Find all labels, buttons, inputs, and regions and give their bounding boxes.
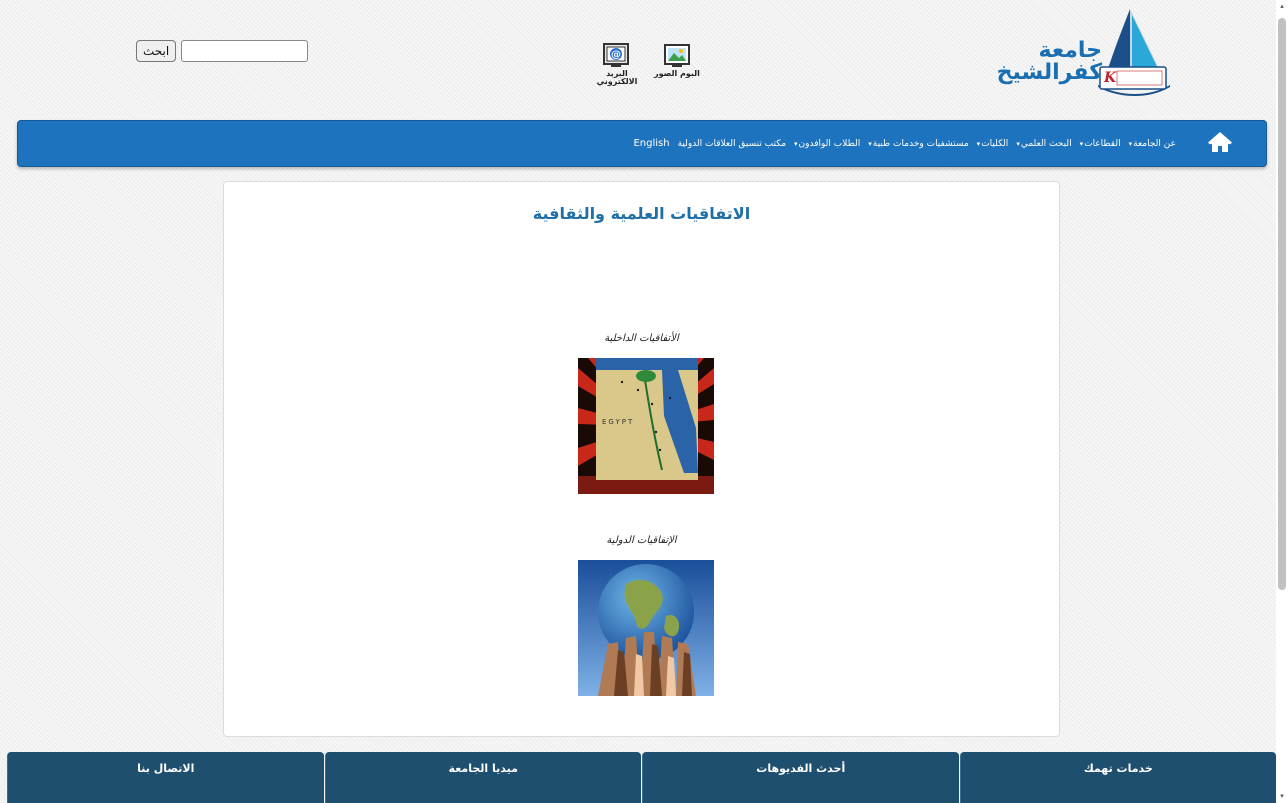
photo-album-link[interactable]: البوم الصور (654, 42, 700, 86)
quick-links: @ البريد الالكتروني البوم الصور (594, 42, 700, 86)
footer-services[interactable]: خدمات تهمك (959, 752, 1276, 803)
dropdown-caret-icon: ▾ (794, 139, 798, 148)
dropdown-caret-icon: ▾ (868, 139, 872, 148)
nav-item-label: عن الجامعة (1133, 138, 1176, 149)
svg-text:EGYPT: EGYPT (602, 418, 634, 426)
photo-album-link-label: البوم الصور (654, 69, 700, 78)
nav-item-label: مكتب تنسيق العلاقات الدولية (677, 138, 787, 149)
nav-item-label: البحث العلمي (1020, 138, 1072, 149)
svg-text:@: @ (611, 50, 621, 61)
dropdown-caret-icon: ▾ (1016, 139, 1020, 148)
nav-item-6[interactable]: مكتب تنسيق العلاقات الدولية (678, 139, 786, 149)
nav-item-label: القطاعات (1084, 138, 1121, 149)
logo-text: جامعة كفرالشيخ (997, 40, 1102, 84)
svg-text:K: K (1103, 70, 1117, 86)
dropdown-caret-icon: ▾ (976, 139, 981, 148)
email-icon: @ (601, 42, 633, 70)
nav-item-label: الطلاب الوافدون (798, 138, 861, 149)
footer-contact-us[interactable]: الاتصال بنا (7, 752, 324, 803)
nav-item-label: English (633, 138, 670, 149)
nav-menu: عن الجامعة▾ القطاعات▾ البحث العلمي▾ الكليات… (633, 121, 1176, 166)
search-button[interactable]: ابحث (136, 40, 177, 62)
nav-item-5[interactable]: الطلاب الوافدون▾ (794, 139, 860, 149)
content-card: الاتفاقيات العلمية والثقافية الأتفاقيات … (223, 181, 1060, 737)
logo-line2: كفرالشيخ (996, 60, 1102, 85)
international-agreements-image[interactable] (578, 560, 714, 696)
dropdown-caret-icon: ▾ (1079, 139, 1084, 148)
email-link-label: البريد الالكتروني (596, 69, 638, 86)
university-logo[interactable]: K جامعة كفرالشيخ (980, 5, 1172, 97)
internal-agreements-caption: الأتفاقيات الداخلية (604, 333, 679, 344)
page-title: الاتفاقيات العلمية والثقافية (532, 204, 751, 223)
nav-item-3[interactable]: الكليات▾ (977, 139, 1009, 149)
international-agreements-caption: الإتفاقيات الدولية (606, 535, 677, 546)
nav-item-4[interactable]: مستشفيات وخدمات طبية▾ (868, 139, 968, 149)
nav-item-1[interactable]: القطاعات▾ (1080, 139, 1121, 149)
search-input[interactable] (181, 40, 309, 62)
page-scrollbar[interactable]: ▴ ▾ (1276, 0, 1288, 803)
nav-item-2[interactable]: البحث العلمي▾ (1016, 139, 1071, 149)
site-header: ابحث @ البريد الالكتروني البوم الصور K ج… (0, 0, 1276, 118)
footer: خدمات تهمك أحدث الفديوهات ميديا الجامعة … (7, 752, 1276, 803)
search-box: ابحث (136, 40, 309, 62)
nav-item-label: مستشفيات وخدمات طبية (872, 138, 969, 149)
dropdown-caret-icon: ▾ (1128, 139, 1133, 148)
home-icon[interactable] (1208, 132, 1232, 154)
footer-university-media[interactable]: ميديا الجامعة (324, 752, 641, 803)
scroll-down-arrow[interactable]: ▾ (1278, 792, 1286, 800)
nav-item-7[interactable]: English (633, 138, 669, 149)
email-link[interactable]: @ البريد الالكتروني (594, 42, 640, 86)
internal-agreements-image[interactable]: EGYPT (578, 358, 714, 494)
nav-item-label: الكليات (981, 138, 1009, 149)
scroll-up-arrow[interactable]: ▴ (1278, 2, 1286, 10)
logo-line1: جامعة (1038, 38, 1103, 63)
footer-latest-videos[interactable]: أحدث الفديوهات (642, 752, 959, 803)
scroll-thumb[interactable] (1278, 18, 1286, 590)
nav-item-0[interactable]: عن الجامعة▾ (1129, 139, 1176, 149)
main-navbar: عن الجامعة▾ القطاعات▾ البحث العلمي▾ الكليات… (17, 120, 1267, 167)
photo-album-icon (661, 42, 693, 70)
